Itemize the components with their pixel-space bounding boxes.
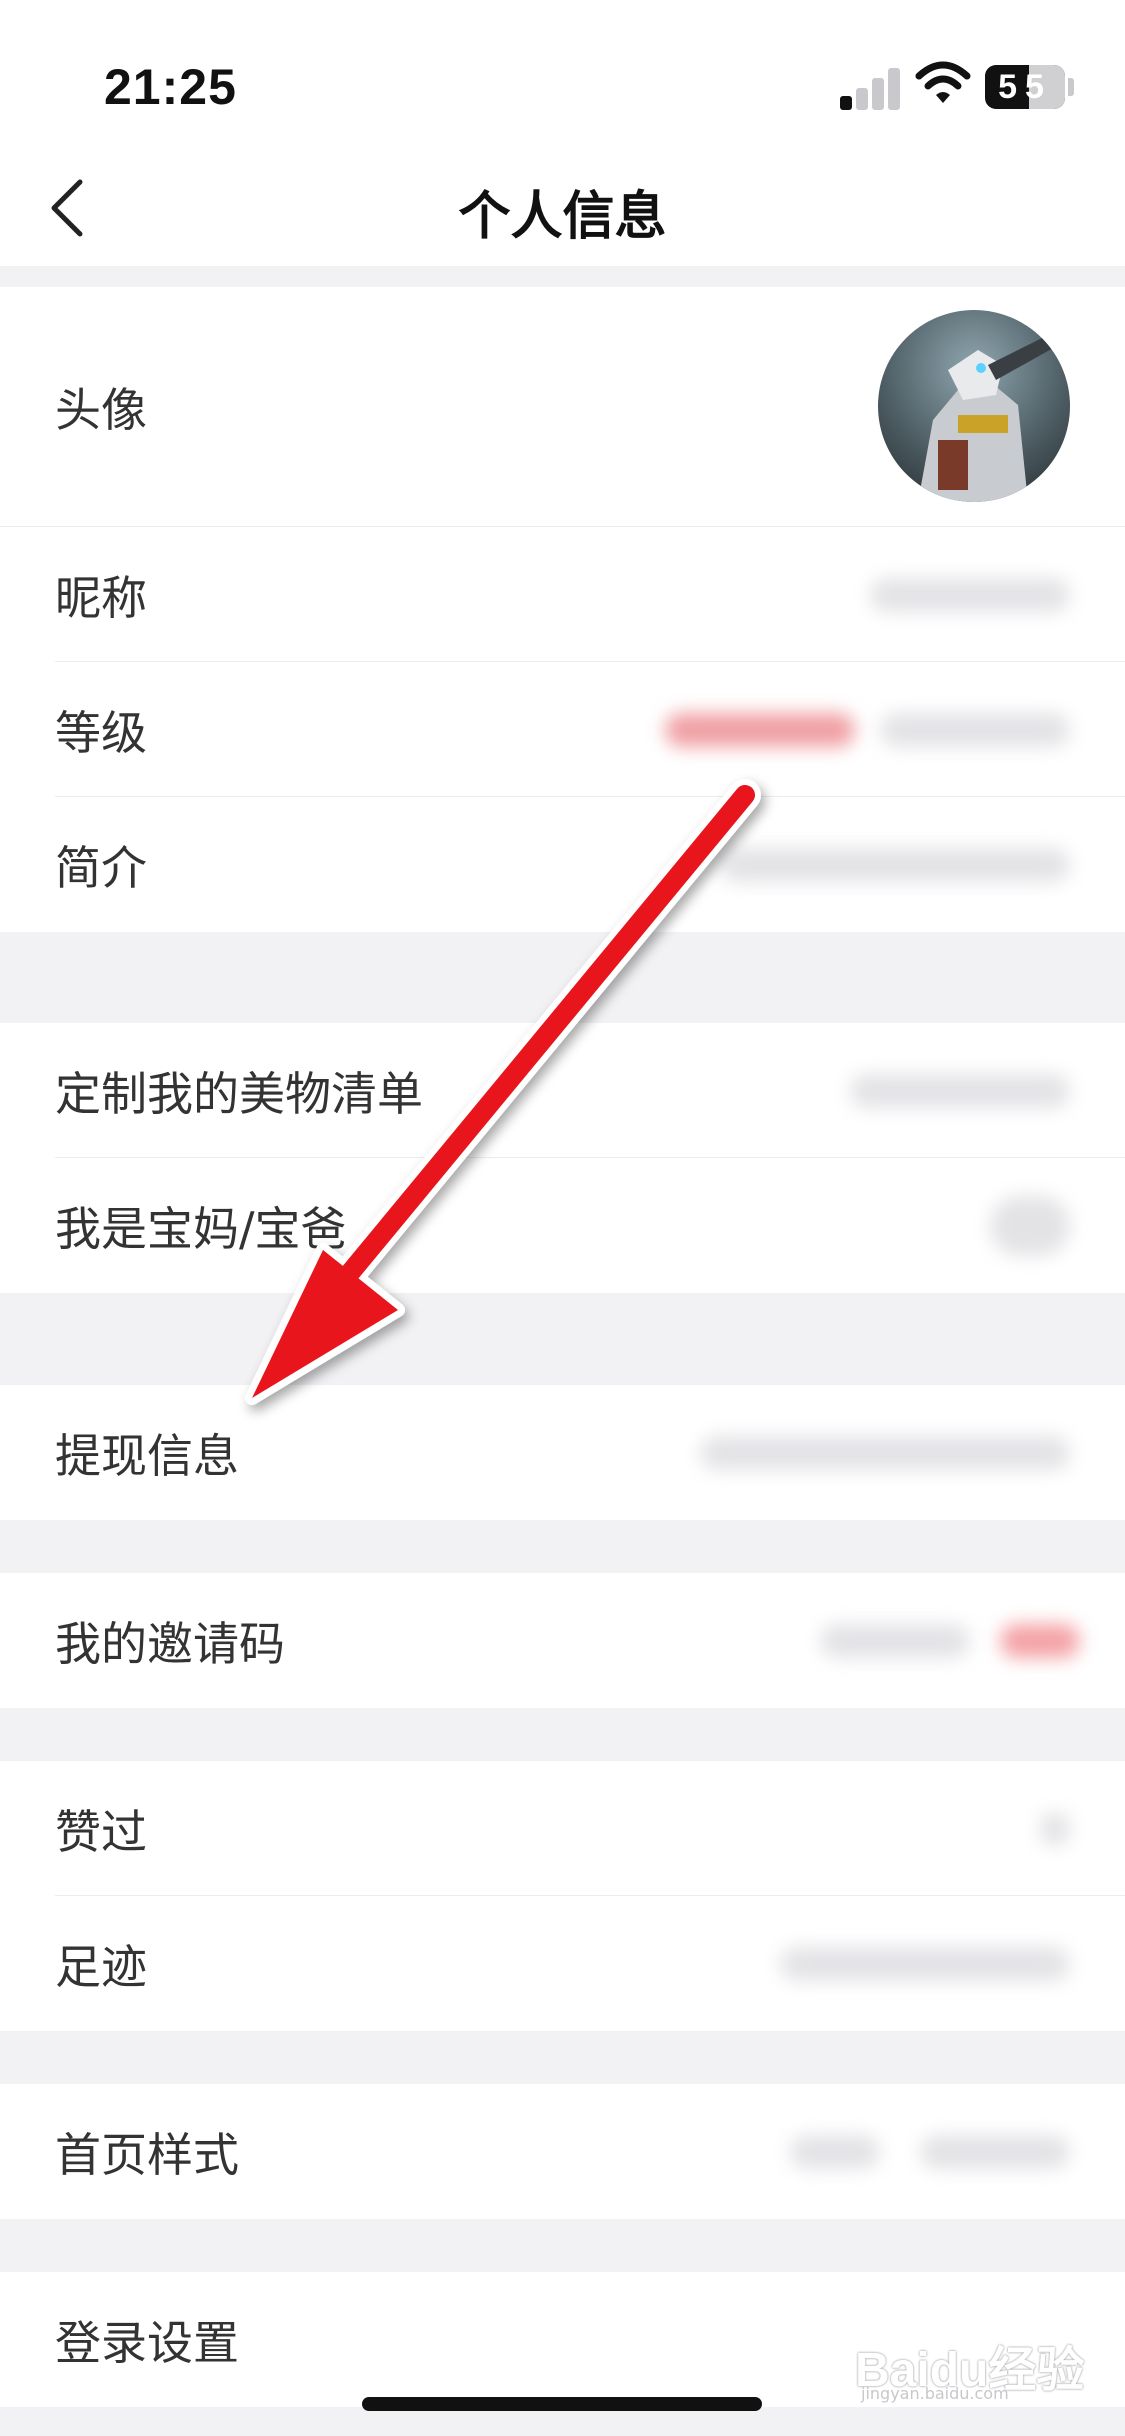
footprint-label: 足迹 [55, 1939, 147, 1994]
wifi-icon [915, 61, 971, 103]
homepage-style-row[interactable]: 首页样式 [0, 2084, 1125, 2219]
home-indicator[interactable] [362, 2397, 762, 2411]
custom-list-row[interactable]: 定制我的美物清单 [0, 1023, 1125, 1158]
footprint-row[interactable]: 足迹 [0, 1896, 1125, 2031]
page-title: 个人信息 [458, 187, 667, 247]
invite-code-label: 我的邀请码 [55, 1616, 285, 1671]
invite-copy-button-blurred[interactable] [1000, 1623, 1080, 1658]
nickname-value-blurred [870, 577, 1070, 612]
bio-value-blurred [720, 847, 1070, 882]
avatar[interactable] [878, 310, 1070, 502]
nav-bar: 个人信息 [0, 150, 1125, 266]
status-bar: 21:25 55 [0, 0, 1125, 150]
nickname-label: 昵称 [55, 570, 147, 625]
withdraw-info-row[interactable]: 提现信息 [0, 1385, 1125, 1520]
homepage-style-option-blurred [920, 2134, 1070, 2169]
battery-icon: 55 [985, 65, 1065, 109]
homepage-style-value-blurred [790, 2134, 880, 2169]
custom-list-value-blurred [850, 1073, 1070, 1108]
likes-row[interactable]: 赞过 [0, 1761, 1125, 1896]
watermark-site: jingyan.baidu.com [861, 2384, 1009, 2403]
footprint-value-blurred [780, 1946, 1070, 1981]
parent-label: 我是宝妈/宝爸 [55, 1201, 347, 1256]
withdraw-info-value-blurred [700, 1435, 1070, 1470]
invite-code-row[interactable]: 我的邀请码 [0, 1573, 1125, 1708]
cellular-signal-icon [840, 66, 900, 110]
battery-tip [1068, 78, 1074, 96]
login-settings-label: 登录设置 [55, 2315, 239, 2370]
level-row[interactable]: 等级 [0, 662, 1125, 797]
parent-row[interactable]: 我是宝妈/宝爸 [0, 1158, 1125, 1293]
homepage-style-label: 首页样式 [55, 2127, 239, 2182]
bio-row[interactable]: 简介 [0, 797, 1125, 932]
custom-list-label: 定制我的美物清单 [55, 1066, 423, 1121]
avatar-label: 头像 [55, 383, 147, 437]
likes-value-blurred [1040, 1811, 1070, 1846]
withdraw-info-label: 提现信息 [55, 1428, 239, 1483]
baidu-watermark: Baidu经验 jingyan.baidu.com [855, 2322, 1115, 2403]
nickname-row[interactable]: 昵称 [0, 527, 1125, 662]
invite-code-value-blurred [820, 1623, 970, 1658]
level-value-blurred [880, 712, 1070, 747]
parent-toggle-blurred[interactable] [990, 1195, 1070, 1256]
battery-level: 55 [998, 68, 1052, 106]
status-time: 21:25 [104, 59, 237, 115]
level-badge-blurred [665, 712, 855, 747]
bio-label: 简介 [55, 840, 147, 895]
level-label: 等级 [55, 705, 147, 760]
likes-label: 赞过 [55, 1804, 147, 1859]
